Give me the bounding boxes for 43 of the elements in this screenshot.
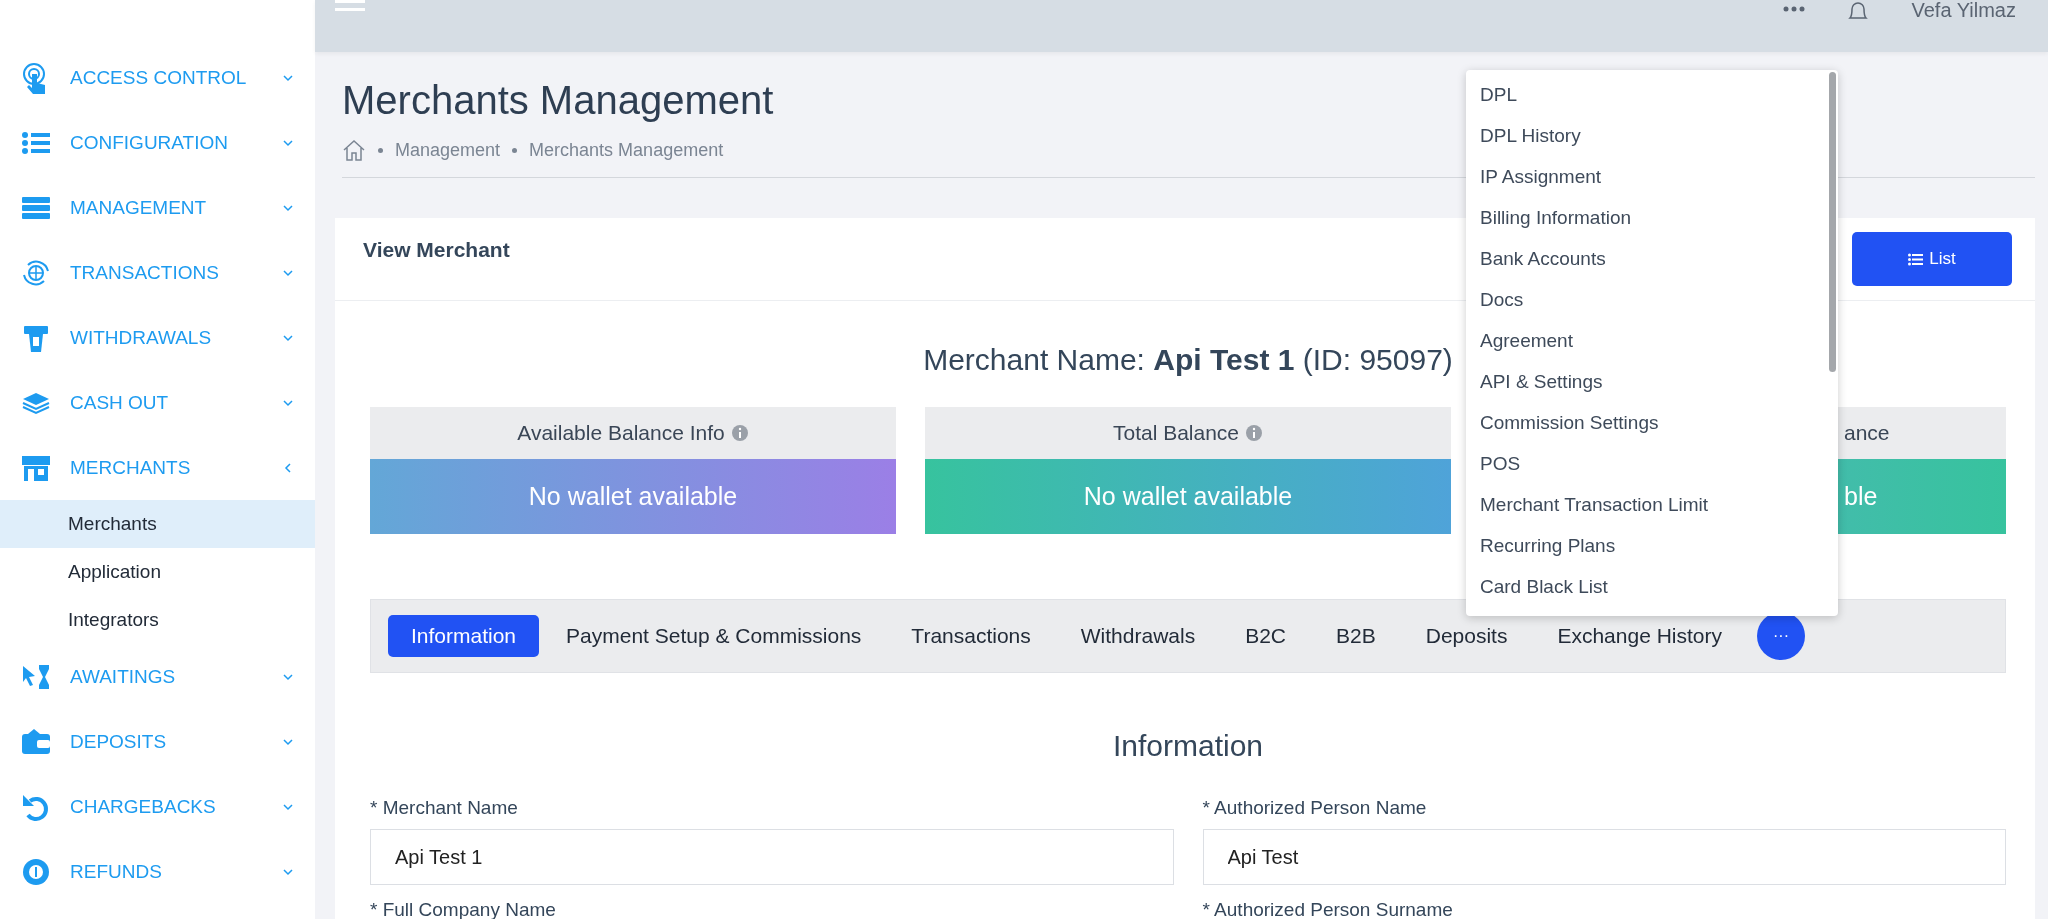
tab[interactable]: B2B bbox=[1313, 615, 1399, 657]
field-label: * Authorized Person Surname bbox=[1202, 899, 1454, 919]
balance-title: ance bbox=[1844, 421, 1890, 445]
tab[interactable]: Withdrawals bbox=[1057, 615, 1219, 657]
menu-item[interactable]: Docs bbox=[1466, 279, 1838, 320]
balance-value: No wallet available bbox=[370, 459, 896, 534]
menu-item[interactable]: API & Settings bbox=[1466, 361, 1838, 402]
sidebar-subitem[interactable]: Merchants bbox=[0, 500, 315, 548]
home-icon[interactable] bbox=[342, 139, 366, 161]
merchant-name: Merchant Name: Api Test 1 (ID: 95097) bbox=[923, 343, 1453, 376]
sidebar-subitem[interactable]: Integrators bbox=[0, 596, 315, 644]
tab[interactable]: Transactions bbox=[888, 615, 1054, 657]
input-field[interactable]: Api Test bbox=[1202, 829, 2006, 885]
card-title: View Merchant bbox=[363, 238, 510, 262]
balance-title: Total Balance bbox=[1112, 421, 1240, 445]
menu-item[interactable]: Agreement bbox=[1466, 320, 1838, 361]
scrollbar[interactable] bbox=[1829, 72, 1836, 372]
menu-item[interactable]: Bank Accounts bbox=[1466, 238, 1838, 279]
list-icon bbox=[1908, 252, 1924, 266]
menu-item[interactable]: Commission Settings bbox=[1466, 402, 1838, 443]
menu-item[interactable]: Card Black List bbox=[1466, 566, 1838, 607]
tab[interactable]: Information bbox=[388, 615, 540, 657]
field-label: * Authorized Person Name bbox=[1202, 797, 1428, 819]
more-icon[interactable] bbox=[1783, 6, 1806, 12]
tab[interactable]: Deposits bbox=[1402, 615, 1531, 657]
balance-title: Available Balance Info bbox=[517, 421, 725, 445]
menu-item[interactable]: Billing Information bbox=[1466, 197, 1838, 238]
info-icon[interactable] bbox=[730, 424, 749, 442]
sidebar-subitem[interactable]: Application bbox=[0, 548, 315, 596]
section-title: Information bbox=[1111, 729, 1265, 763]
menu-item[interactable]: DPL bbox=[1466, 74, 1838, 115]
menu-item[interactable]: DPL History bbox=[1466, 115, 1838, 156]
list-button[interactable]: List bbox=[1852, 232, 2012, 286]
info-icon[interactable] bbox=[1245, 424, 1264, 442]
menu-item[interactable]: IP Assignment bbox=[1466, 156, 1838, 197]
input-field[interactable]: Api Test 1 bbox=[370, 829, 1174, 885]
tab[interactable]: Payment Setup & Commissions bbox=[543, 615, 885, 657]
page-title: Merchants Management bbox=[342, 78, 774, 123]
user-name[interactable]: Vefa Yilmaz bbox=[1911, 0, 2016, 22]
tab[interactable]: Exchange History bbox=[1534, 615, 1745, 657]
tab[interactable]: B2C bbox=[1222, 615, 1310, 657]
balance-value: No wallet available bbox=[925, 459, 1451, 534]
field-label: * Merchant Name bbox=[370, 797, 519, 819]
